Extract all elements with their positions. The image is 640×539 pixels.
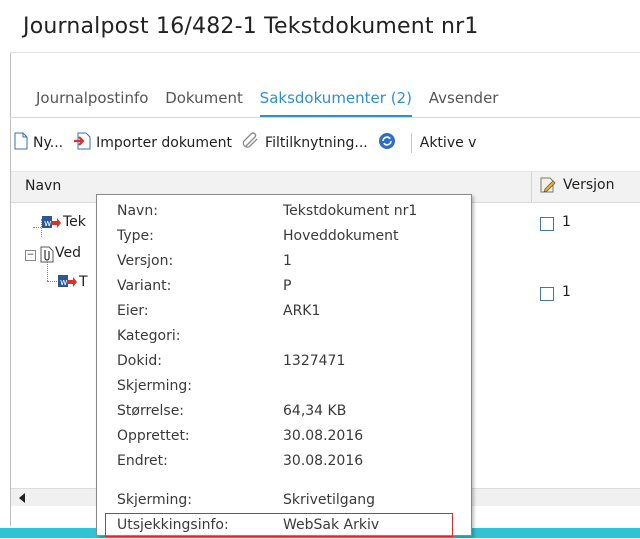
tooltip-key: Skjerming: — [117, 492, 193, 508]
tooltip-value: Hoveddokument — [283, 228, 399, 244]
tab-saksdokumenter[interactable]: Saksdokumenter (2) — [259, 89, 413, 118]
tooltip-key: Skjerming: — [117, 378, 193, 394]
tooltip-row: Endret: 30.08.2016 — [97, 453, 471, 475]
tooltip-key: Kategori: — [117, 328, 181, 344]
toolbar: Ny... Importer dokument Filtilknytning..… — [14, 130, 486, 156]
document-row-label[interactable]: Tek — [63, 214, 86, 230]
attachment-folder-icon — [39, 245, 55, 267]
tooltip-key: Eier: — [117, 303, 149, 319]
import-document-label: Importer dokument — [96, 135, 233, 151]
svg-text:w: w — [44, 219, 51, 229]
edit-document-icon — [540, 177, 556, 193]
paperclip-icon — [242, 132, 260, 154]
tooltip-value: Tekstdokument nr1 — [283, 203, 418, 219]
svg-text:w: w — [60, 278, 67, 288]
document-info-tooltip: Navn: Tekstdokument nr1 Type: Hoveddokumen… — [96, 194, 472, 537]
tooltip-row: Størrelse: 64,34 KB — [97, 403, 471, 425]
tooltip-key: Type: — [117, 228, 154, 244]
tooltip-value: 1 — [283, 253, 292, 269]
tooltip-row: Skjerming: Skrivetilgang — [97, 492, 471, 514]
tooltip-value: ARK1 — [283, 303, 321, 319]
tooltip-row: Eier: ARK1 — [97, 303, 471, 325]
tooltip-value: 30.08.2016 — [283, 453, 364, 469]
tooltip-key: Variant: — [117, 278, 172, 294]
tab-bar: Journalpostinfo Dokument Saksdokumenter … — [36, 89, 510, 118]
tooltip-row: Dokid: 1327471 — [97, 353, 471, 375]
version-checkbox[interactable] — [540, 217, 554, 231]
tab-avsender[interactable]: Avsender — [429, 89, 499, 107]
tree-collapse-toggle[interactable]: − — [25, 250, 36, 261]
column-header-navn[interactable]: Navn — [25, 178, 61, 194]
word-document-icon: w — [57, 272, 77, 294]
tooltip-key: Endret: — [117, 453, 168, 469]
tooltip-key: Størrelse: — [117, 403, 185, 419]
tooltip-row: Variant: P — [97, 278, 471, 300]
tooltip-key: Versjon: — [117, 253, 174, 269]
tooltip-row: Versjon: 1 — [97, 253, 471, 275]
file-link-button[interactable]: Filtilknytning... — [242, 132, 368, 154]
tooltip-key: Opprettet: — [117, 428, 190, 444]
version-checkbox[interactable] — [540, 287, 554, 301]
import-document-button[interactable]: Importer dokument — [73, 132, 232, 154]
column-divider[interactable] — [531, 172, 532, 202]
file-link-label: Filtilknytning... — [265, 135, 368, 151]
version-number: 1 — [562, 284, 571, 300]
tabs-divider — [10, 117, 640, 118]
page-title: Journalpost 16/482-1 Tekstdokument nr1 — [23, 14, 479, 39]
word-document-icon: w — [41, 213, 61, 235]
tooltip-key: Dokid: — [117, 353, 162, 369]
tree-connector — [47, 281, 57, 282]
tooltip-key: Navn: — [117, 203, 158, 219]
tab-journalpostinfo[interactable]: Journalpostinfo — [36, 89, 148, 107]
tooltip-value: Skrivetilgang — [283, 492, 376, 508]
column-header-versjon-label: Versjon — [563, 177, 615, 193]
import-icon — [73, 132, 91, 154]
tooltip-row: Opprettet: 30.08.2016 — [97, 428, 471, 450]
tooltip-value: 1327471 — [283, 353, 346, 369]
version-number: 1 — [562, 214, 571, 230]
tooltip-value: P — [283, 278, 292, 294]
tooltip-row: Navn: Tekstdokument nr1 — [97, 203, 471, 225]
toolbar-separator — [410, 133, 412, 153]
tooltip-row: Type: Hoveddokument — [97, 228, 471, 250]
scroll-left-arrow-icon[interactable] — [19, 493, 25, 503]
title-divider — [10, 52, 640, 53]
new-button-label: Ny... — [33, 135, 64, 151]
active-versions-dropdown[interactable]: Aktive v — [420, 135, 477, 151]
tooltip-value: 30.08.2016 — [283, 428, 364, 444]
tab-dokument[interactable]: Dokument — [165, 89, 243, 107]
new-document-icon — [14, 132, 28, 154]
column-header-versjon[interactable]: Versjon — [539, 176, 614, 194]
document-row-label[interactable]: T — [79, 274, 88, 290]
tooltip-row: Kategori: — [97, 328, 471, 350]
refresh-button[interactable] — [378, 132, 401, 154]
tooltip-value: 64,34 KB — [283, 403, 347, 419]
checkout-info-highlight — [105, 513, 453, 537]
active-versions-label: Aktive v — [419, 135, 477, 151]
refresh-icon — [378, 132, 396, 154]
attachment-row-label[interactable]: Ved — [55, 245, 81, 261]
tooltip-row: Skjerming: — [97, 378, 471, 400]
new-button[interactable]: Ny... — [14, 132, 63, 154]
